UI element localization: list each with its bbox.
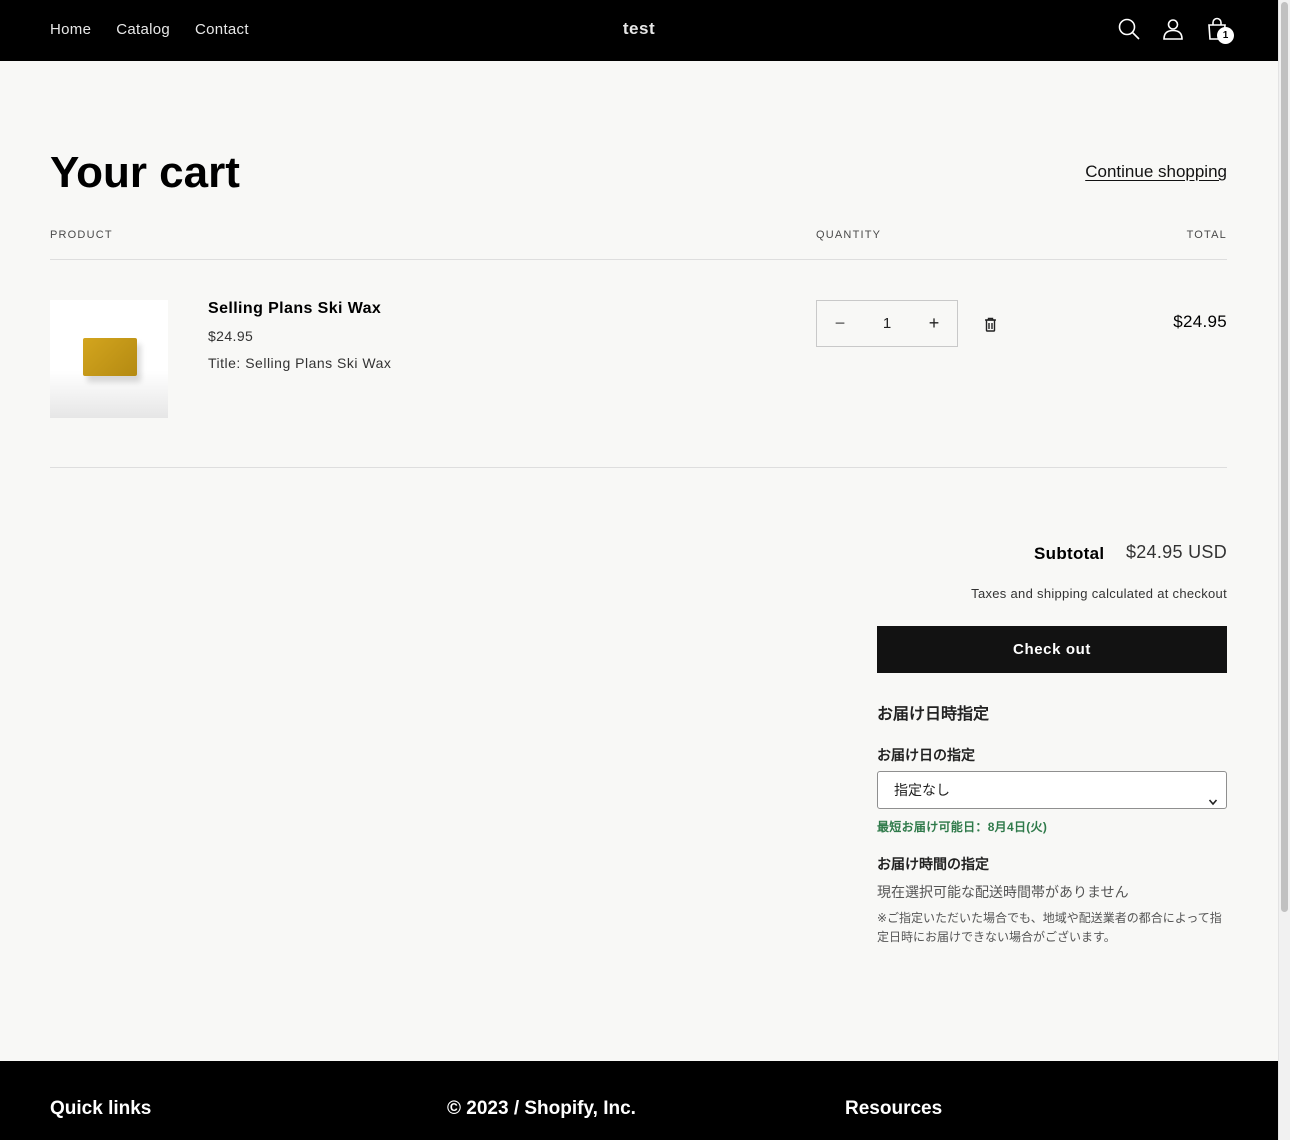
line-item-total: $24.95 [1173, 312, 1227, 331]
footer-resources-heading: Resources [845, 1098, 943, 1119]
column-header-product: PRODUCT [50, 229, 113, 241]
cart-count-badge: 1 [1217, 27, 1234, 44]
scrollbar-thumb[interactable] [1281, 2, 1288, 912]
chevron-down-icon [1208, 784, 1218, 806]
account-icon[interactable] [1160, 16, 1186, 42]
delivery-heading: お届け日時指定 [877, 706, 990, 723]
divider [50, 259, 1227, 260]
column-header-total: TOTAL [1186, 229, 1227, 241]
delivery-time-label: お届け時間の指定 [877, 856, 989, 872]
checkout-button[interactable]: Check out [877, 626, 1227, 673]
page-title: Your cart [50, 148, 240, 197]
column-header-quantity: QUANTITY [816, 229, 882, 241]
divider [50, 467, 1227, 468]
search-icon[interactable] [1116, 16, 1142, 42]
trash-icon[interactable] [982, 316, 999, 334]
product-unit-price: $24.95 [208, 328, 254, 344]
footer-quick-links-heading: Quick links [50, 1098, 152, 1119]
quantity-stepper: − 1 + [816, 300, 958, 347]
site-header: Home Catalog Contact test 1 [0, 0, 1278, 61]
no-time-slot-message: 現在選択可能な配送時間帯がありません [877, 884, 1129, 900]
earliest-delivery-date: 最短お届け可能日：8月4日(火) [877, 820, 1048, 834]
ski-wax-block [83, 338, 137, 376]
subtotal-value: $24.95 USD [1125, 542, 1227, 562]
product-name-link[interactable]: Selling Plans Ski Wax [208, 300, 381, 318]
product-option: Title: Selling Plans Ski Wax [208, 355, 392, 371]
tax-shipping-note: Taxes and shipping calculated at checkou… [971, 586, 1227, 601]
continue-shopping-link[interactable]: Continue shopping [1085, 162, 1227, 182]
site-footer [0, 1061, 1278, 1140]
page-scrollbar[interactable] [1278, 0, 1290, 1140]
subtotal-label: Subtotal [1034, 544, 1105, 563]
delivery-note: ※ご指定いただいた場合でも、地域や配送業者の都合によって指定日時にお届けできない… [877, 911, 1222, 944]
delivery-date-selected: 指定なし [894, 782, 950, 798]
store-logo[interactable]: test [0, 19, 1278, 39]
delivery-date-select[interactable]: 指定なし [877, 771, 1227, 809]
delivery-date-label: お届け日の指定 [877, 747, 975, 763]
quantity-increase-button[interactable]: + [911, 301, 957, 346]
product-image[interactable] [50, 300, 168, 418]
footer-copyright: © 2023 / Shopify, Inc. [447, 1098, 636, 1119]
quantity-input[interactable]: 1 [863, 315, 911, 332]
quantity-decrease-button[interactable]: − [817, 301, 863, 346]
